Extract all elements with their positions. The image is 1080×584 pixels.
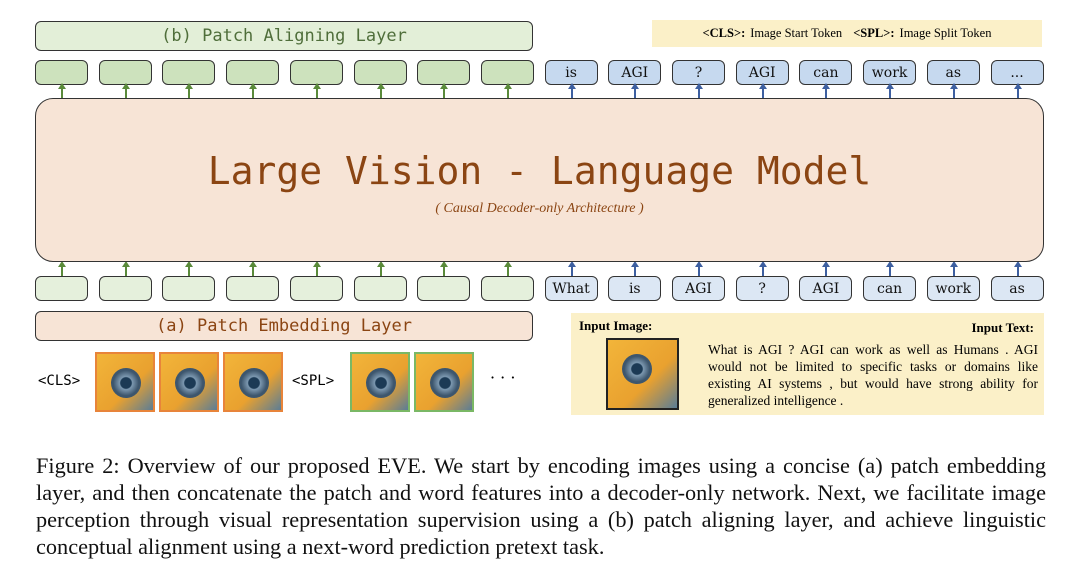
arrow-up-icon <box>440 83 449 98</box>
word-token: ? <box>735 276 789 301</box>
patch-token <box>480 60 534 85</box>
arrow-up-icon <box>822 83 831 98</box>
patch-token <box>35 276 88 301</box>
patch-token <box>480 276 534 301</box>
word-token: is <box>544 60 598 85</box>
arrow-up-icon <box>312 261 321 276</box>
legend-cls-desc: Image Start Token <box>750 26 843 40</box>
word-token: ... <box>990 60 1044 85</box>
arrow-up-icon <box>121 261 130 276</box>
arrow-up-icon <box>631 83 640 98</box>
patch-embedding-layer: (a) Patch Embedding Layer <box>35 311 533 341</box>
figure-caption: Figure 2: Overview of our proposed EVE. … <box>36 453 1046 559</box>
arrow-up-icon <box>822 261 831 276</box>
patch-token <box>162 60 216 85</box>
patch-token <box>289 276 343 301</box>
arrow-up-icon <box>886 261 895 276</box>
patch-token <box>353 276 407 301</box>
patch-token <box>417 60 471 85</box>
arrow-up-icon <box>1013 261 1022 276</box>
spl-token-label: <SPL> <box>292 373 335 389</box>
model-title: Large Vision - Language Model <box>207 149 872 193</box>
word-token: AGI <box>799 276 853 301</box>
word-token: can <box>799 60 853 85</box>
patch-token <box>289 60 343 85</box>
word-token: AGI <box>608 60 662 85</box>
arrow-up-icon <box>376 261 385 276</box>
patch-token <box>35 60 88 85</box>
image-patch <box>223 352 283 412</box>
patch-token <box>226 276 280 301</box>
arrow-up-icon <box>949 83 958 98</box>
arrow-up-icon <box>249 261 258 276</box>
arrow-up-icon <box>695 261 703 276</box>
arrow-up-icon <box>58 83 66 98</box>
arrow-up-icon <box>249 83 258 98</box>
input-image <box>606 338 679 410</box>
arrow-up-icon <box>758 261 767 276</box>
arrow-up-icon <box>695 83 703 98</box>
arrow-up-icon <box>503 83 512 98</box>
image-patch <box>414 352 474 412</box>
legend-spl-desc: Image Split Token <box>899 26 992 40</box>
arrow-up-icon <box>121 83 130 98</box>
arrow-up-icon <box>58 261 66 276</box>
word-token: work <box>863 60 917 85</box>
word-token: AGI <box>672 276 725 301</box>
cls-token-label: <CLS> <box>38 373 81 389</box>
image-patch <box>95 352 155 412</box>
word-token: ? <box>672 60 725 85</box>
arrow-up-icon <box>312 83 321 98</box>
word-token: AGI <box>735 60 789 85</box>
word-token: can <box>863 276 917 301</box>
word-token: as <box>990 276 1044 301</box>
input-panel: Input Image: Input Text: What is AGI ? A… <box>571 313 1044 415</box>
word-token: as <box>926 60 980 85</box>
input-text-label: Input Text: <box>971 320 1035 335</box>
word-token: What <box>544 276 598 301</box>
arrow-up-icon <box>1013 83 1022 98</box>
arrow-up-icon <box>886 83 895 98</box>
patch-token <box>98 60 152 85</box>
arrow-up-icon <box>440 261 449 276</box>
legend: <CLS>: Image Start Token <SPL>: Image Spli… <box>652 20 1042 47</box>
legend-spl: <SPL>: <box>853 26 895 40</box>
large-vision-language-model: Large Vision - Language Model ( Causal D… <box>35 98 1044 262</box>
model-subtitle: ( Causal Decoder-only Architecture ) <box>435 201 644 216</box>
patch-token <box>226 60 280 85</box>
arrow-up-icon <box>567 261 576 276</box>
patch-aligning-layer: (b) Patch Aligning Layer <box>35 21 533 51</box>
patch-token <box>98 276 152 301</box>
word-token: work <box>926 276 980 301</box>
arrow-up-icon <box>185 83 194 98</box>
patch-token <box>417 276 471 301</box>
word-token: is <box>608 276 662 301</box>
image-patch <box>350 352 410 412</box>
arrow-up-icon <box>567 83 576 98</box>
arrow-up-icon <box>631 261 640 276</box>
image-patch <box>159 352 219 412</box>
arrow-up-icon <box>758 83 767 98</box>
arrow-up-icon <box>376 83 385 98</box>
ellipsis: · · · <box>490 368 516 387</box>
legend-cls: <CLS>: <box>702 26 746 40</box>
input-text: What is AGI ? AGI can work as well as Hu… <box>708 342 1038 408</box>
patch-token <box>162 276 216 301</box>
arrow-up-icon <box>503 261 512 276</box>
arrow-up-icon <box>185 261 194 276</box>
arrow-up-icon <box>949 261 958 276</box>
input-image-label: Input Image: <box>579 318 653 333</box>
patch-token <box>353 60 407 85</box>
